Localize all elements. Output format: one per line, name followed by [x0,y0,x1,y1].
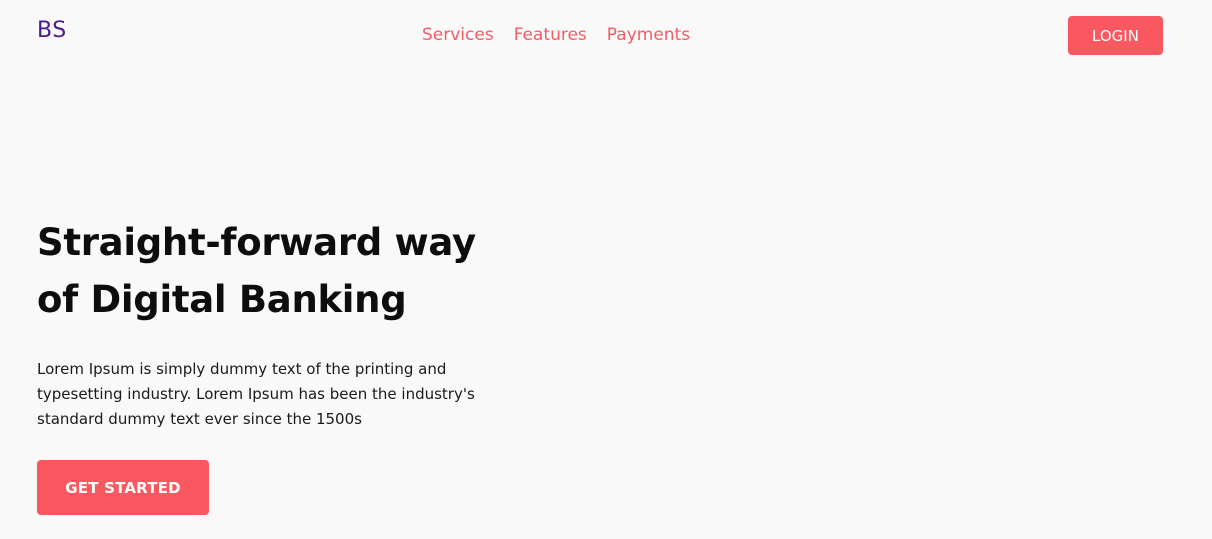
main-nav: Services Features Payments [422,24,690,46]
get-started-button[interactable]: GET STARTED [37,460,209,515]
brand-logo[interactable]: BS [37,18,67,43]
hero-title-line-1: Straight-forward way [37,221,476,264]
nav-link-services[interactable]: Services [422,24,494,46]
hero-description: Lorem Ipsum is simply dummy text of the … [37,360,475,428]
nav-link-payments[interactable]: Payments [607,24,690,46]
hero-title: Straight-forward way of Digital Banking [37,214,557,328]
hero-title-line-2: of Digital Banking [37,278,407,321]
login-button[interactable]: LOGIN [1068,16,1163,55]
nav-link-features[interactable]: Features [514,24,587,46]
landing-page: BS Services Features Payments LOGIN Stra… [0,0,1212,539]
